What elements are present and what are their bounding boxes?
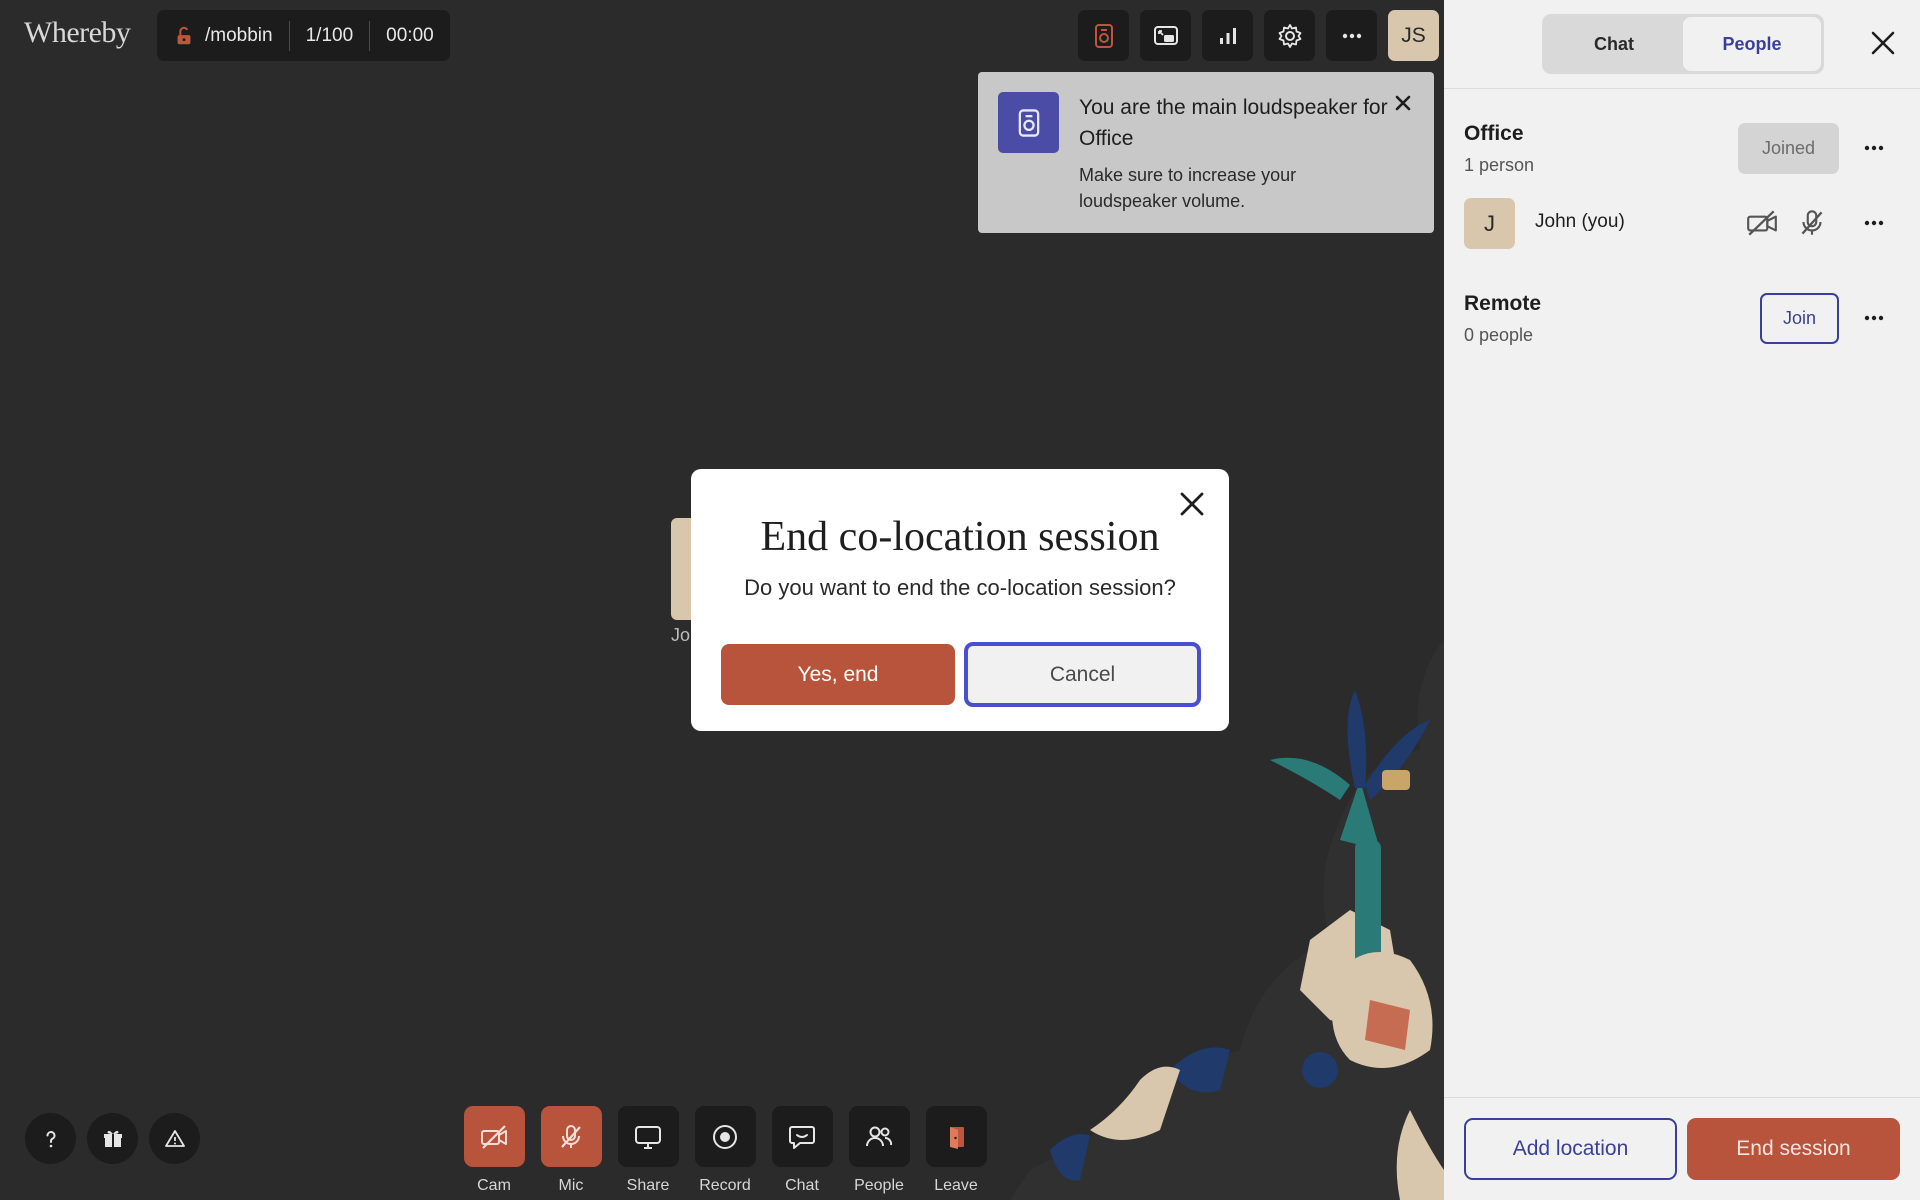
top-toolbar: JS bbox=[1078, 10, 1439, 61]
dialog-text: Do you want to end the co-location sessi… bbox=[744, 575, 1176, 600]
camera-off-icon bbox=[481, 1124, 507, 1149]
member-camera-status bbox=[1744, 205, 1780, 241]
mic-off-icon bbox=[561, 1124, 581, 1148]
whereby-logo[interactable]: Whereby bbox=[24, 16, 131, 50]
record-control: Record bbox=[694, 1106, 756, 1195]
more-options-button[interactable] bbox=[1326, 10, 1377, 61]
cancel-button[interactable]: Cancel bbox=[964, 642, 1201, 707]
cam-label: Cam bbox=[477, 1177, 511, 1194]
tab-people[interactable]: People bbox=[1683, 17, 1821, 71]
bottom-control-bar: Cam Mic Share Record Chat People Leave bbox=[463, 1106, 987, 1195]
people-panel: Chat People Office 1 person Joined J Joh… bbox=[1444, 0, 1920, 1200]
leave-button[interactable] bbox=[925, 1106, 987, 1167]
participant-capacity: 1/100 bbox=[305, 24, 354, 46]
camera-off-icon bbox=[1747, 210, 1777, 236]
leave-control: Leave bbox=[925, 1106, 987, 1195]
user-avatar-button[interactable]: JS bbox=[1388, 10, 1439, 61]
report-issue-button[interactable] bbox=[149, 1113, 200, 1164]
end-session-dialog: End co-location session Do you want to e… bbox=[691, 469, 1229, 731]
chat-bubble-icon bbox=[789, 1125, 815, 1149]
leave-door-icon bbox=[950, 1126, 964, 1149]
picture-in-picture-icon bbox=[1153, 25, 1178, 45]
help-button[interactable] bbox=[25, 1113, 76, 1164]
session-timer: 00:00 bbox=[386, 24, 434, 46]
gift-icon bbox=[103, 1130, 122, 1147]
group-count-office: 1 person bbox=[1464, 155, 1535, 175]
unlocked-padlock-icon bbox=[177, 26, 191, 44]
group-title-office: Office bbox=[1464, 122, 1524, 145]
share-screen-button[interactable] bbox=[617, 1106, 679, 1167]
record-icon bbox=[713, 1124, 737, 1149]
mic-toggle-button[interactable] bbox=[540, 1106, 602, 1167]
chat-label: Chat bbox=[785, 1177, 819, 1194]
toast-close-button[interactable] bbox=[1390, 90, 1416, 116]
stats-bars-icon bbox=[1219, 27, 1236, 44]
connection-stats-button[interactable] bbox=[1202, 10, 1253, 61]
loudspeaker-button[interactable] bbox=[1078, 10, 1129, 61]
office-more-button[interactable] bbox=[1857, 131, 1891, 165]
join-remote-button[interactable]: Join bbox=[1760, 293, 1839, 344]
more-dots-icon bbox=[1342, 33, 1361, 38]
loudspeaker-toast: You are the main loudspeaker for Office … bbox=[978, 72, 1434, 233]
share-label: Share bbox=[626, 1177, 670, 1194]
remote-more-button[interactable] bbox=[1857, 301, 1891, 335]
gift-button[interactable] bbox=[87, 1113, 138, 1164]
joined-button[interactable]: Joined bbox=[1738, 123, 1839, 174]
room-name: /mobbin bbox=[205, 24, 273, 46]
room-name-button[interactable]: /mobbin bbox=[157, 10, 289, 61]
close-icon bbox=[1395, 95, 1411, 111]
participant-tile-name: Jo bbox=[671, 625, 691, 645]
toast-loudspeaker-badge bbox=[998, 92, 1059, 153]
dialog-title: End co-location session bbox=[760, 514, 1160, 560]
share-control: Share bbox=[617, 1106, 679, 1195]
warning-icon bbox=[164, 1129, 185, 1147]
close-icon bbox=[1871, 31, 1895, 55]
people-button[interactable] bbox=[848, 1106, 910, 1167]
picture-in-picture-button[interactable] bbox=[1140, 10, 1191, 61]
room-info-pill: /mobbin 1/100 00:00 bbox=[157, 10, 450, 61]
settings-button[interactable] bbox=[1264, 10, 1315, 61]
record-label: Record bbox=[699, 1177, 751, 1194]
leave-label: Leave bbox=[934, 1177, 978, 1194]
end-session-button[interactable]: End session bbox=[1687, 1118, 1900, 1180]
toast-title: You are the main loudspeaker for Office bbox=[1079, 96, 1388, 150]
more-dots-icon bbox=[1864, 315, 1884, 321]
tab-chat[interactable]: Chat bbox=[1545, 17, 1683, 71]
cam-toggle-button[interactable] bbox=[463, 1106, 525, 1167]
loudspeaker-icon bbox=[1018, 108, 1039, 137]
more-dots-icon bbox=[1864, 220, 1884, 226]
toast-body: Make sure to increase your loudspeaker v… bbox=[1079, 165, 1297, 211]
loudspeaker-icon bbox=[1094, 23, 1113, 48]
member-mic-status bbox=[1794, 205, 1830, 241]
group-count-remote: 0 people bbox=[1464, 325, 1534, 345]
group-title-remote: Remote bbox=[1464, 292, 1542, 315]
mic-control: Mic bbox=[540, 1106, 602, 1195]
people-label: People bbox=[854, 1177, 904, 1194]
mic-label: Mic bbox=[558, 1177, 584, 1194]
record-button[interactable] bbox=[694, 1106, 756, 1167]
chat-button[interactable] bbox=[771, 1106, 833, 1167]
cam-control: Cam bbox=[463, 1106, 525, 1195]
member-name: John (you) bbox=[1535, 211, 1625, 232]
member-avatar: J bbox=[1464, 198, 1515, 249]
more-dots-icon bbox=[1864, 145, 1884, 151]
add-location-button[interactable]: Add location bbox=[1464, 1118, 1677, 1180]
panel-close-button[interactable] bbox=[1866, 26, 1900, 60]
member-more-button[interactable] bbox=[1857, 206, 1891, 240]
gear-icon bbox=[1278, 23, 1301, 48]
confirm-end-button[interactable]: Yes, end bbox=[721, 644, 955, 705]
people-control: People bbox=[848, 1106, 910, 1195]
corner-buttons bbox=[25, 1113, 200, 1164]
chat-control: Chat bbox=[771, 1106, 833, 1195]
video-stage: Whereby /mobbin 1/100 00:00 JS You are t… bbox=[0, 0, 1444, 1200]
divider bbox=[1444, 88, 1920, 89]
panel-tabs: Chat People bbox=[1542, 14, 1824, 74]
screen-share-icon bbox=[635, 1125, 661, 1149]
mic-off-icon bbox=[1801, 210, 1823, 235]
people-icon bbox=[866, 1126, 893, 1146]
help-icon bbox=[46, 1130, 55, 1147]
divider bbox=[1444, 1097, 1920, 1098]
